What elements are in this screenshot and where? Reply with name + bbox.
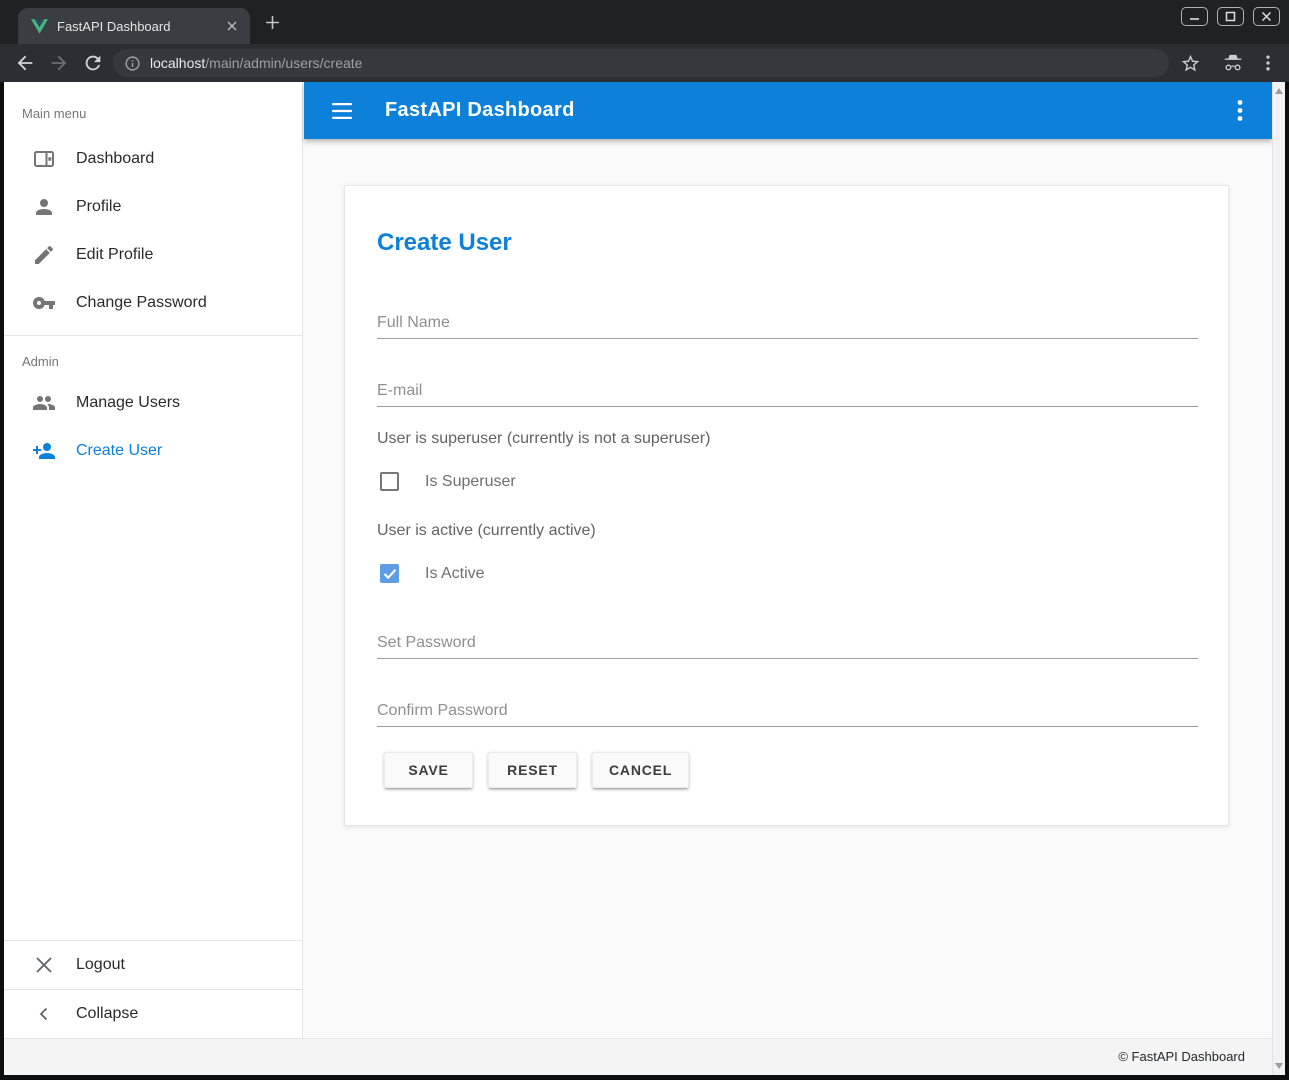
sidebar-item-edit-profile[interactable]: Edit Profile [4, 231, 302, 279]
full-name-field[interactable] [377, 307, 1198, 339]
footer: © FastAPI Dashboard [4, 1038, 1272, 1075]
sidebar: Main menu Dashboard Profile E [4, 82, 303, 1038]
checkmark-icon [383, 568, 397, 580]
appbar-title: FastAPI Dashboard [385, 99, 575, 122]
sidebar-item-label: Profile [76, 198, 121, 216]
is-superuser-checkbox[interactable] [380, 472, 399, 491]
browser-tab[interactable]: FastAPI Dashboard [18, 8, 250, 44]
email-field[interactable] [377, 375, 1198, 407]
main-content: FastAPI Dashboard Create User User is su… [304, 82, 1272, 1038]
sidebar-item-dashboard[interactable]: Dashboard [4, 135, 302, 183]
url-bar[interactable]: localhost/main/admin/users/create [113, 49, 1169, 77]
close-icon [32, 953, 56, 977]
site-info-icon[interactable] [124, 55, 141, 72]
browser-titlebar: FastAPI Dashboard [0, 0, 1289, 44]
browser-toolbar: localhost/main/admin/users/create [0, 44, 1289, 82]
browser-window: FastAPI Dashboard [0, 0, 1289, 1080]
sidebar-item-manage-users[interactable]: Manage Users [4, 379, 302, 427]
sidebar-item-label: Create User [76, 442, 162, 460]
maximize-button[interactable] [1217, 7, 1244, 26]
tab-close-icon[interactable] [224, 18, 240, 34]
bookmark-star-icon[interactable] [1180, 53, 1201, 74]
vue-logo-icon [31, 19, 48, 34]
is-superuser-checkbox-row[interactable]: Is Superuser [380, 472, 516, 491]
minimize-button[interactable] [1181, 7, 1208, 26]
is-active-label: Is Active [425, 565, 485, 583]
person-icon [32, 195, 56, 219]
sidebar-item-change-password[interactable]: Change Password [4, 279, 302, 327]
sidebar-item-logout[interactable]: Logout [4, 941, 302, 989]
forward-icon[interactable] [48, 52, 70, 74]
confirm-password-field[interactable] [377, 695, 1198, 727]
sidebar-item-label: Change Password [76, 294, 207, 312]
incognito-icon [1222, 53, 1244, 75]
sidebar-item-label: Edit Profile [76, 246, 153, 264]
dashboard-icon [32, 147, 56, 171]
active-hint: User is active (currently active) [377, 522, 596, 540]
sidebar-item-collapse[interactable]: Collapse [4, 990, 302, 1038]
back-icon[interactable] [14, 52, 36, 74]
chevron-left-icon [32, 1002, 56, 1026]
scrollbar-up-icon[interactable] [1275, 88, 1283, 94]
url-path: /main/admin/users/create [205, 55, 362, 71]
url-host: localhost [150, 55, 205, 71]
sidebar-item-create-user[interactable]: Create User [4, 427, 302, 475]
sidebar-bottom: Logout Collapse [4, 940, 302, 1038]
superuser-hint: User is superuser (currently is not a su… [377, 430, 710, 448]
key-icon [32, 291, 56, 315]
sidebar-item-profile[interactable]: Profile [4, 183, 302, 231]
person-add-icon [32, 439, 56, 463]
people-icon [32, 391, 56, 415]
footer-copyright: © FastAPI Dashboard [1118, 1049, 1245, 1064]
reload-icon[interactable] [82, 52, 104, 74]
hamburger-menu-icon[interactable] [332, 103, 352, 119]
page-title: Create User [377, 229, 512, 257]
sidebar-section-main-menu: Main menu [4, 82, 302, 135]
new-tab-icon[interactable] [263, 13, 282, 32]
appbar-menu-icon[interactable] [1236, 99, 1244, 122]
is-superuser-label: Is Superuser [425, 473, 516, 491]
scrollbar-down-icon[interactable] [1275, 1063, 1283, 1069]
page: Main menu Dashboard Profile E [4, 82, 1285, 1075]
form-actions: SAVE RESET CANCEL [384, 752, 689, 788]
reset-button[interactable]: RESET [488, 752, 577, 788]
sidebar-item-label: Logout [76, 956, 125, 974]
create-user-card: Create User User is superuser (currently… [344, 185, 1229, 826]
sidebar-item-label: Manage Users [76, 394, 180, 412]
set-password-field[interactable] [377, 627, 1198, 659]
browser-menu-icon[interactable] [1258, 53, 1278, 73]
sidebar-item-label: Collapse [76, 1005, 138, 1023]
pencil-icon [32, 243, 56, 267]
tab-title: FastAPI Dashboard [57, 19, 224, 34]
is-active-checkbox[interactable] [380, 564, 399, 583]
cancel-button[interactable]: CANCEL [592, 752, 689, 788]
is-active-checkbox-row[interactable]: Is Active [380, 564, 485, 583]
close-window-button[interactable] [1253, 7, 1280, 26]
sidebar-item-label: Dashboard [76, 150, 154, 168]
save-button[interactable]: SAVE [384, 752, 473, 788]
sidebar-section-admin: Admin [4, 336, 302, 379]
window-controls [1181, 7, 1280, 26]
appbar: FastAPI Dashboard [304, 82, 1272, 139]
scrollbar[interactable] [1272, 82, 1285, 1075]
